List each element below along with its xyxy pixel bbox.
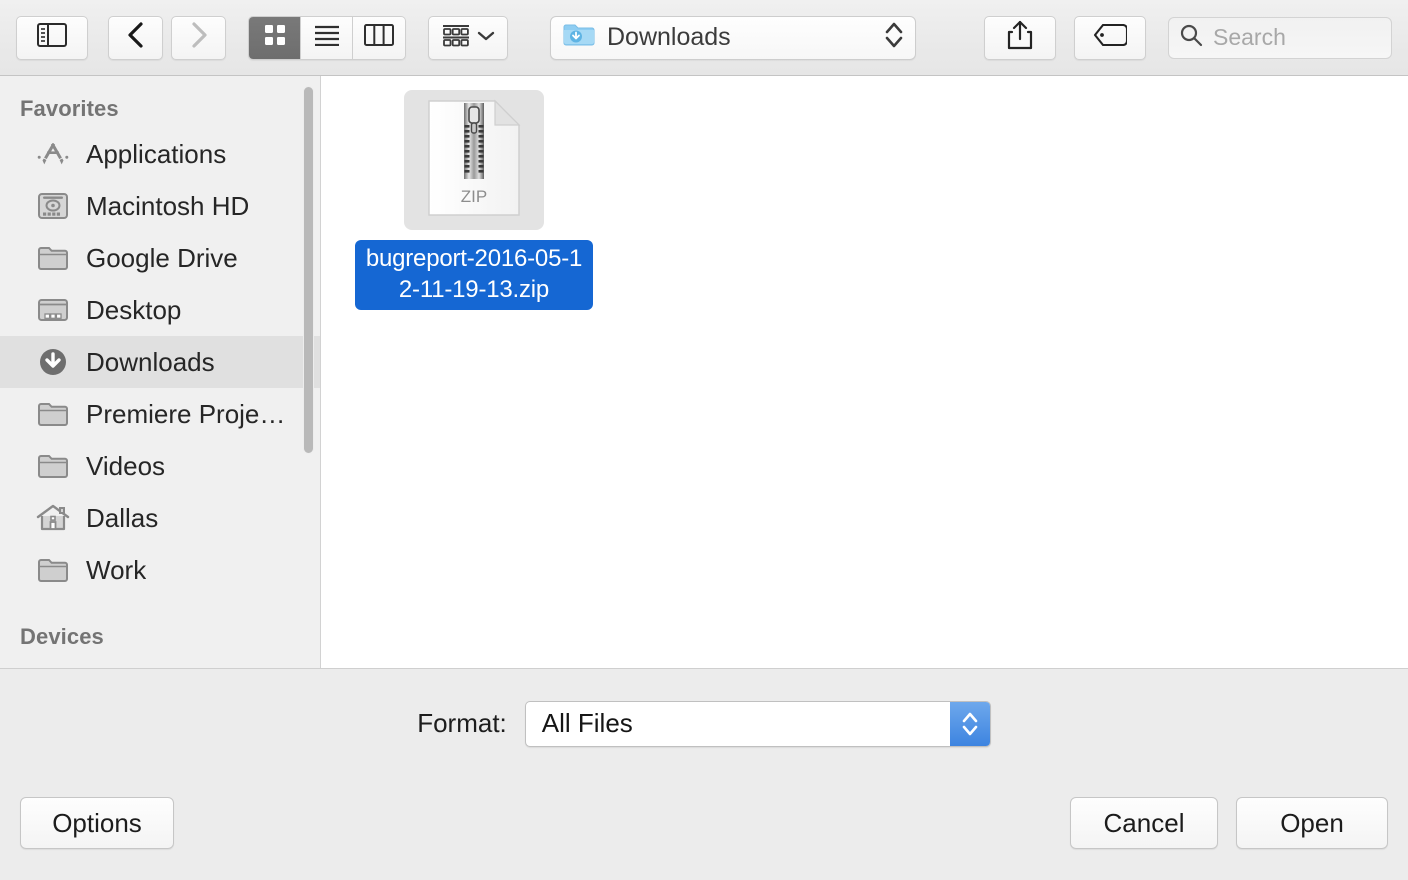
sidebar-item-label: Desktop [86,294,182,325]
zip-file-icon: ZIP [427,99,521,222]
sidebar-item-downloads[interactable]: Downloads [0,336,320,388]
applications-icon [34,139,72,169]
file-item[interactable]: ZIP bugreport-2016-05-12-11-19-13.zip [355,90,593,310]
dialog-bottom-panel: Format: All Files Options Cancel Open [0,668,1408,880]
sidebar-item-label: Premiere Proje… [86,398,286,429]
downloads-icon [34,346,72,378]
format-label: Format: [417,708,507,738]
sidebar-item-premiere-projects[interactable]: Premiere Proje… [0,388,320,440]
desktop-icon [34,295,72,325]
sidebar-section-favorites-header: Favorites [20,96,119,121]
columns-icon [364,24,394,51]
back-chevron-icon [126,21,146,54]
dialog-body: Favorites Applications Macintosh HD Goog… [0,76,1408,668]
search-icon [1179,23,1203,52]
tag-button[interactable] [1074,15,1146,60]
sidebar-item-label: Downloads [86,346,215,377]
harddisk-icon [34,191,72,221]
sidebar-item-google-drive[interactable]: Google Drive [0,232,320,284]
grid-icon [263,23,287,52]
sidebar-item-label: Applications [86,138,227,169]
sidebar-item-device-partial[interactable] [0,656,320,668]
format-stepper-arrows-icon[interactable] [949,701,990,746]
chevron-down-icon [477,29,495,47]
folder-icon [34,555,72,585]
folder-icon [34,451,72,481]
sidebar-item-label: Google Drive [86,242,238,273]
sidebar-item-dallas[interactable]: Dallas [0,492,320,544]
search-placeholder: Search [1213,24,1286,50]
sidebar-section-gap [0,596,320,618]
arrange-button[interactable] [428,15,508,60]
options-button[interactable]: Options [20,797,174,849]
format-popup-button[interactable]: All Files [524,700,991,747]
file-browser-area[interactable]: ZIP bugreport-2016-05-12-11-19-13.zip [321,76,1408,668]
updown-arrows-icon [883,20,905,55]
dialog-actions: Options Cancel Open [0,784,1408,880]
sidebar-toggle-button[interactable] [16,15,88,60]
sidebar-item-label: Dallas [86,502,159,533]
folder-icon [34,243,72,273]
search-field[interactable]: Search [1168,16,1392,59]
file-name-label[interactable]: bugreport-2016-05-12-11-19-13.zip [355,240,593,310]
cancel-button[interactable]: Cancel [1070,797,1218,849]
column-view-button[interactable] [353,16,405,59]
icon-view-button[interactable] [249,16,301,59]
sidebar-item-macintosh-hd[interactable]: Macintosh HD [0,180,320,232]
view-mode-segmented-control [248,15,406,60]
sidebar: Favorites Applications Macintosh HD Goog… [0,76,321,668]
sidebar-scrollbar[interactable] [303,86,314,454]
sidebar-item-label: Work [86,554,147,585]
share-icon [1007,20,1033,55]
format-row: Format: All Files [0,669,1408,784]
sidebar-section-devices-header: Devices [20,624,104,649]
sidebar-toggle-icon [37,23,67,52]
tag-icon [1093,23,1129,51]
sidebar-item-applications[interactable]: Applications [0,128,320,180]
open-file-dialog: Downloads Search Favorites Applications … [0,0,1408,880]
open-button[interactable]: Open [1236,797,1388,849]
format-value: All Files [541,708,633,738]
share-button[interactable] [984,15,1056,60]
arrange-icon [441,23,471,52]
downloads-folder-icon [563,22,595,53]
navigation-group [108,15,226,60]
sidebar-item-label: Macintosh HD [86,190,250,221]
list-icon [314,24,340,51]
list-view-button[interactable] [301,16,353,59]
toolbar: Downloads Search [0,0,1408,76]
sidebar-item-label: Videos [86,450,166,481]
forward-chevron-icon [189,21,209,54]
sidebar-item-work[interactable]: Work [0,544,320,596]
file-icon-background: ZIP [404,90,544,230]
forward-button[interactable] [171,15,226,60]
home-icon [34,503,72,533]
sidebar-item-desktop[interactable]: Desktop [0,284,320,336]
path-label: Downloads [607,23,731,51]
sidebar-item-videos[interactable]: Videos [0,440,320,492]
back-button[interactable] [108,15,163,60]
svg-text:ZIP: ZIP [461,187,487,206]
folder-icon [34,399,72,429]
path-popup-button[interactable]: Downloads [550,15,916,60]
